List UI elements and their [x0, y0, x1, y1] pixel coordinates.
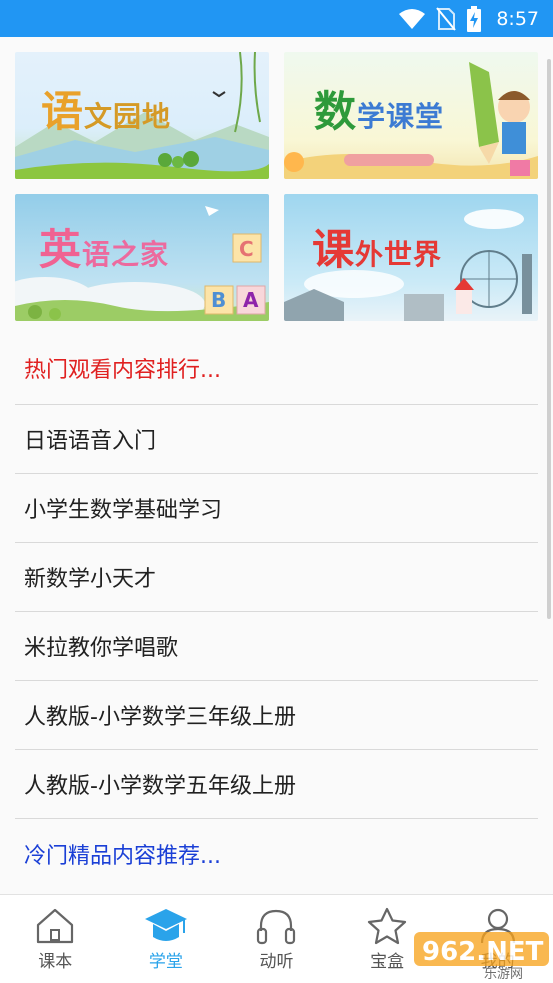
star-icon: [367, 907, 407, 945]
nav-item-listen[interactable]: 动听: [221, 895, 332, 983]
banner-world[interactable]: 课外世界: [284, 194, 538, 321]
scrollbar[interactable]: [547, 59, 551, 619]
banner-english[interactable]: C B A 英语之家: [15, 194, 269, 321]
nav-label: 宝盒: [370, 952, 405, 972]
nav-label: 动听: [259, 952, 294, 972]
status-bar: 8:57: [0, 0, 553, 37]
watermark-logo: 962.NET 乐游网: [414, 932, 549, 980]
svg-text:B: B: [211, 288, 226, 312]
list-item[interactable]: 米拉教你学唱歌: [15, 612, 538, 681]
no-sim-icon: [436, 6, 457, 31]
cold-content-header[interactable]: 冷门精品内容推荐...: [15, 819, 538, 888]
graduation-cap-icon: [144, 909, 187, 941]
hot-content-header[interactable]: 热门观看内容排行...: [15, 332, 538, 405]
list-item[interactable]: 日语语音入门: [15, 405, 538, 474]
banner-world-title: 课外世界: [312, 225, 443, 274]
nav-item-textbook[interactable]: 课本: [0, 895, 111, 983]
list-item[interactable]: 人教版-小学数学三年级上册: [15, 681, 538, 750]
nav-label: 学堂: [148, 952, 183, 972]
banner-english-title: 英语之家: [39, 225, 170, 274]
status-time: 8:57: [496, 7, 539, 30]
nav-label: 课本: [38, 952, 73, 972]
house-icon: [37, 908, 74, 944]
svg-text:962.NET: 962.NET: [422, 937, 544, 967]
nav-item-classroom[interactable]: 学堂: [111, 895, 222, 983]
svg-text:乐游网: 乐游网: [484, 967, 523, 980]
list-item[interactable]: 新数学小天才: [15, 543, 538, 612]
banner-math-title: 数学课堂: [314, 87, 445, 136]
wifi-icon: [399, 8, 426, 29]
list-item[interactable]: 小学生数学基础学习: [15, 474, 538, 543]
battery-charging-icon: [467, 5, 482, 32]
banner-chinese-title: 语文园地: [41, 87, 172, 136]
headphones-icon: [257, 909, 296, 945]
svg-text:A: A: [243, 288, 259, 312]
content-area[interactable]: 语文园地 数学课堂 C B A 英语之家 课外世界 热门观看内容排行... 日语…: [0, 37, 553, 894]
banner-chinese[interactable]: 语文园地: [15, 52, 269, 179]
svg-text:C: C: [239, 237, 254, 261]
banner-math[interactable]: 数学课堂: [284, 52, 538, 179]
content-list: 热门观看内容排行... 日语语音入门 小学生数学基础学习 新数学小天才 米拉教你…: [15, 332, 538, 888]
list-item[interactable]: 人教版-小学数学五年级上册: [15, 750, 538, 819]
